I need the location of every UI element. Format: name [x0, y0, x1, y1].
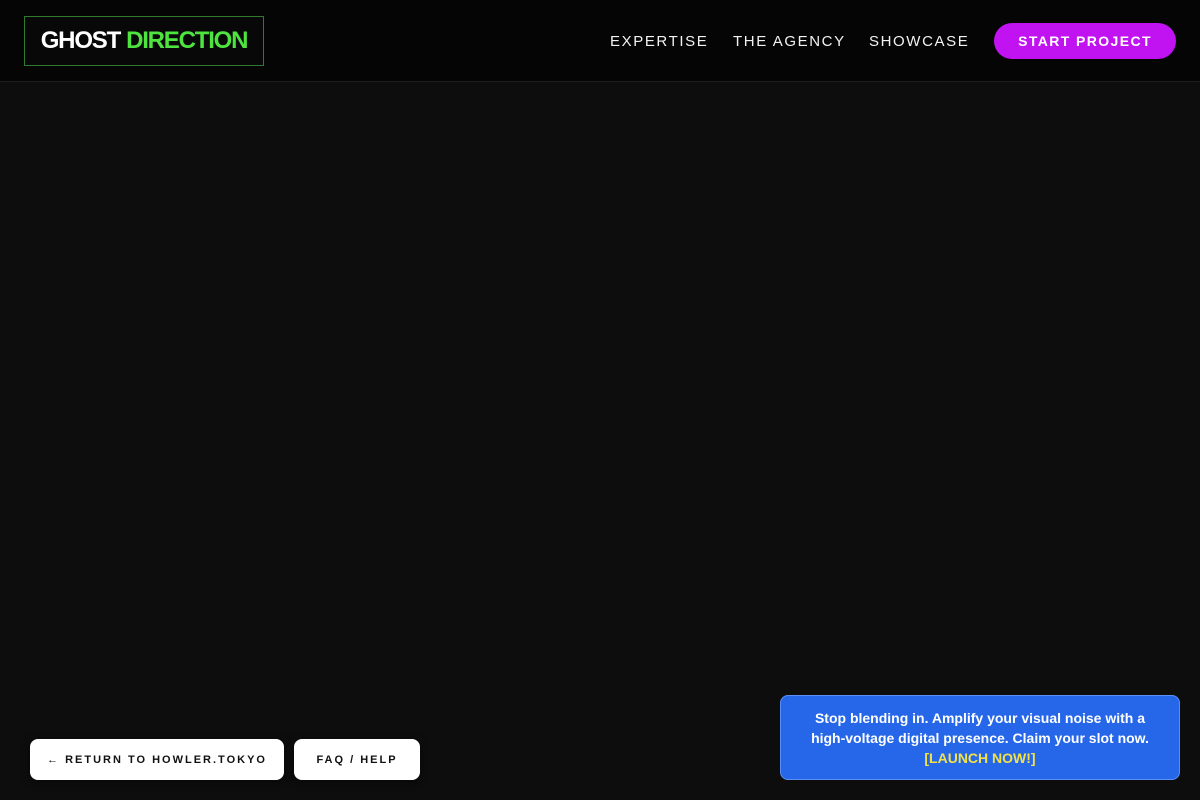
return-to-howler-button[interactable]: ← RETURN TO HOWLER.TOKYO [30, 739, 284, 780]
nav-link-the-agency[interactable]: THE AGENCY [733, 0, 846, 82]
promo-banner: Stop blending in. Amplify your visual no… [780, 695, 1180, 780]
launch-now-link[interactable]: [LAUNCH NOW!] [924, 750, 1035, 766]
nav-link-showcase[interactable]: SHOWCASE [869, 0, 969, 82]
faq-help-button[interactable]: FAQ / HELP [294, 739, 420, 780]
logo[interactable]: GHOST DIRECTION [24, 16, 264, 66]
promo-text: Stop blending in. Amplify your visual no… [811, 710, 1149, 746]
main-content-area [0, 82, 1200, 800]
logo-word-ghost: GHOST [40, 27, 122, 54]
start-project-button[interactable]: START PROJECT [994, 23, 1176, 59]
logo-word-direction: DIRECTION [126, 27, 248, 54]
site-header: GHOST DIRECTION EXPERTISE THE AGENCY SHO… [0, 0, 1200, 82]
nav-link-expertise[interactable]: EXPERTISE [610, 0, 708, 82]
